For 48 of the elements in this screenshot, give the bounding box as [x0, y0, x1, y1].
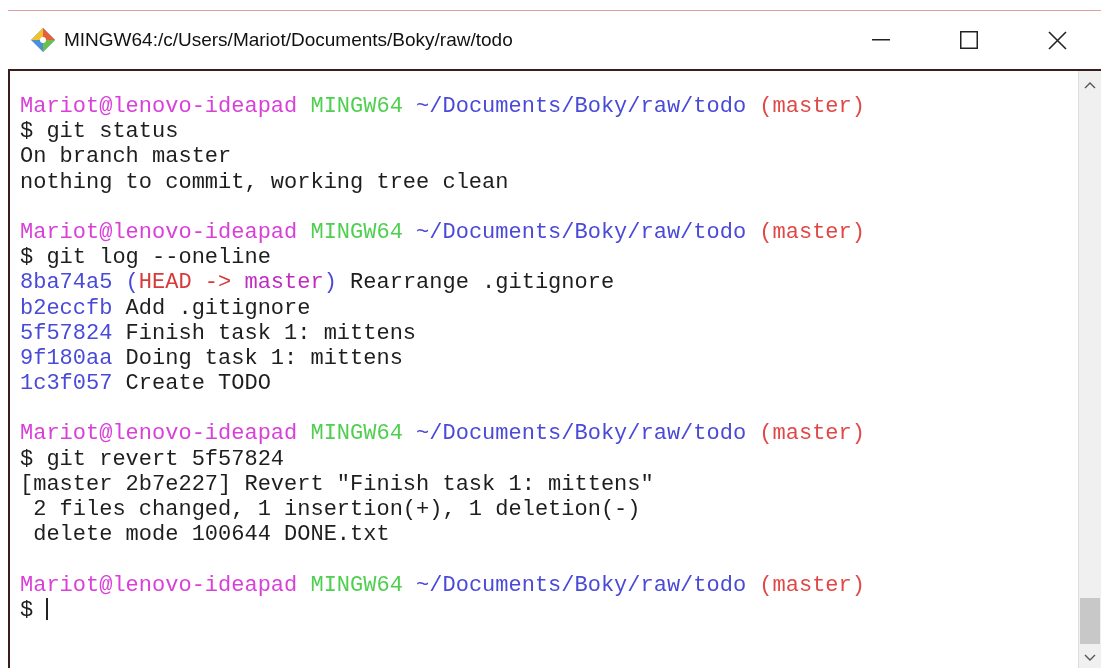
prompt-path: ~/Documents/Boky/raw/todo — [416, 421, 747, 447]
commit-hash: 5f57824 — [20, 320, 113, 346]
command-text: $ git status — [20, 119, 179, 145]
prompt-host: MINGW64 — [310, 94, 403, 119]
prompt-path: ~/Documents/Boky/raw/todo — [416, 572, 747, 598]
command-text: $ git revert 5f57824 — [20, 446, 285, 472]
output-text: 2 files changed, 1 insertion(+), 1 deletion(-) — [32, 497, 641, 522]
prompt-user: Mariot@lenovo-ideapad — [20, 94, 298, 119]
prompt-user: Mariot@lenovo-ideapad — [20, 219, 298, 245]
maximize-icon — [960, 31, 978, 49]
prompt-user: Mariot@lenovo-ideapad — [20, 421, 298, 447]
prompt-branch: (master) — [759, 94, 865, 119]
prompt-path: ~/Documents/Boky/raw/todo — [416, 94, 747, 119]
head-ref: HEAD -> — [138, 270, 233, 296]
prompt-host: MINGW64 — [310, 572, 403, 598]
ref-paren: ( — [124, 270, 139, 296]
minimize-icon — [872, 39, 890, 41]
branch-ref: master — [244, 270, 324, 296]
commit-hash: b2eccfb — [20, 295, 113, 321]
output-text: Doing task 1: mittens — [124, 345, 403, 371]
ref-paren: ) — [323, 270, 337, 296]
app-logo-icon — [30, 27, 56, 53]
output-text: Finish task 1: mittens — [124, 320, 417, 346]
output-text: Add .gitignore — [124, 295, 311, 321]
command-text: $ — [20, 597, 34, 623]
prompt-host: MINGW64 — [310, 219, 403, 245]
commit-hash: 1c3f057 — [20, 371, 113, 397]
prompt-branch: (master) — [759, 421, 865, 447]
prompt-branch: (master) — [759, 572, 865, 598]
close-icon — [1047, 30, 1067, 50]
prompt-path: ~/Documents/Boky/raw/todo — [416, 219, 747, 245]
prompt-branch: (master) — [759, 219, 865, 245]
output-text: Rearrange .gitignore — [349, 270, 615, 296]
commit-hash: 8ba74a5 — [20, 270, 113, 296]
scrollbar[interactable] — [1078, 71, 1101, 668]
scroll-up-icon[interactable] — [1084, 81, 1096, 89]
window-title: MINGW64:/c/Users/Mariot/Documents/Boky/raw/todo — [64, 29, 514, 51]
output-text: [master 2b7e227] Revert "Finish task 1: mittens" — [20, 471, 654, 497]
output-text: On branch master — [20, 144, 232, 170]
output-text: nothing to commit, working tree clean — [20, 169, 509, 195]
output-text: Create TODO — [124, 371, 271, 397]
command-text: $ git log --oneline — [20, 245, 271, 271]
scroll-down-icon[interactable] — [1084, 654, 1096, 662]
prompt-host: MINGW64 — [310, 421, 403, 447]
commit-hash: 9f180aa — [20, 345, 113, 371]
prompt-user: Mariot@lenovo-ideapad — [20, 572, 298, 598]
scroll-thumb[interactable] — [1080, 598, 1100, 644]
output-text: delete mode 100644 DONE.txt — [32, 522, 390, 548]
